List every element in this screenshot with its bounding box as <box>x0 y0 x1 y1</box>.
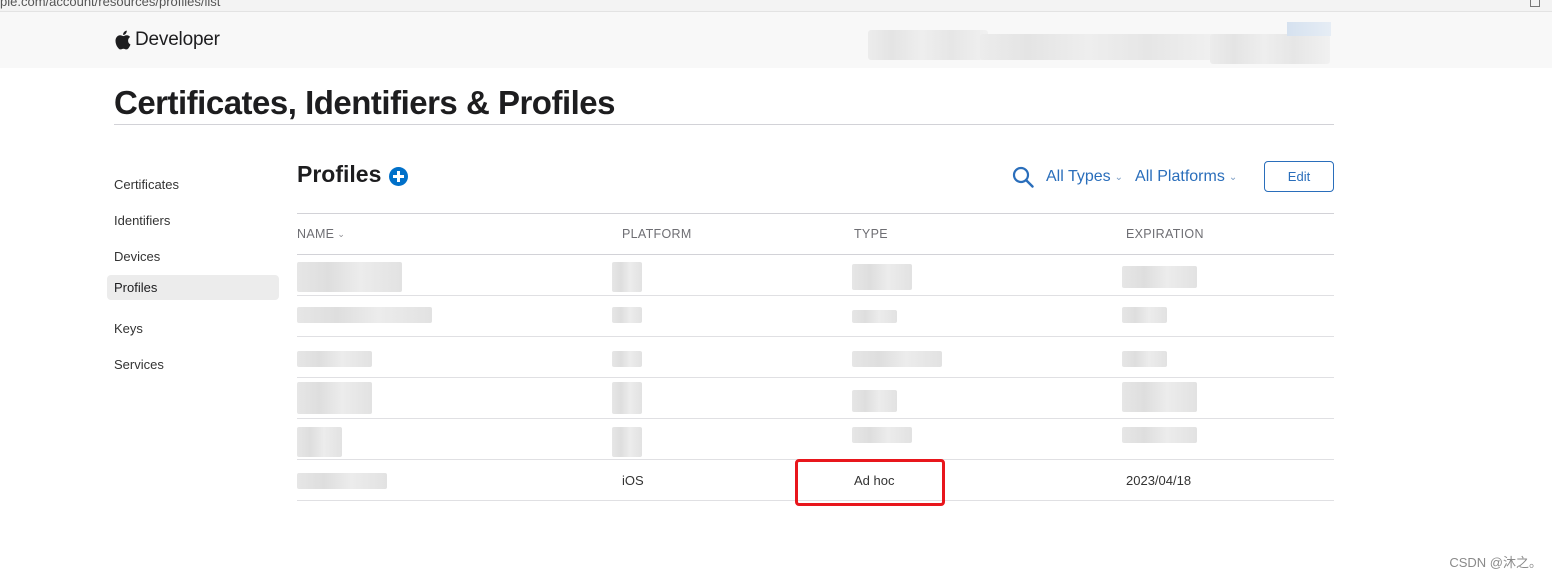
redacted-type <box>852 264 912 290</box>
account-avatar-redacted[interactable] <box>1287 22 1331 36</box>
chevron-down-icon: ⌄ <box>1114 171 1124 183</box>
account-info-redacted <box>1210 34 1330 64</box>
column-header-expiration[interactable]: EXPIRATION <box>1126 227 1204 241</box>
sidebar-nav: Certificates Identifiers Devices Profile… <box>107 167 279 383</box>
sidebar-item-devices[interactable]: Devices <box>107 239 279 275</box>
row-expiration: 2023/04/18 <box>1126 472 1192 488</box>
redacted-platform <box>612 382 642 414</box>
table-row[interactable] <box>297 337 1334 378</box>
edit-button[interactable]: Edit <box>1264 161 1334 192</box>
account-info-redacted <box>868 30 988 60</box>
table-row[interactable] <box>297 255 1334 296</box>
redacted-platform <box>612 351 642 367</box>
redacted-name <box>297 307 432 323</box>
table-row[interactable] <box>297 378 1334 419</box>
filter-bar: All Types ⌄ All Platforms ⌄ <box>1012 166 1249 188</box>
chevron-down-icon: ⌄ <box>1228 171 1238 183</box>
profiles-table: NAME ⌄ PLATFORM TYPE EXPIRATION iOS Ad h… <box>297 213 1334 501</box>
section-title: Profiles <box>297 161 382 187</box>
url-text: ple.com/account/resources/profiles/list <box>0 0 221 9</box>
redacted-expiration <box>1122 266 1197 288</box>
sidebar-item-identifiers[interactable]: Identifiers <box>107 203 279 239</box>
chevron-down-icon: ⌄ <box>337 228 346 239</box>
redacted-type <box>852 390 897 412</box>
watermark: CSDN @沐之。 <box>1449 555 1542 570</box>
redacted-name <box>297 262 402 292</box>
redacted-platform <box>612 262 642 292</box>
sidebar-item-keys[interactable]: Keys <box>107 311 279 347</box>
column-header-platform[interactable]: PLATFORM <box>622 227 692 241</box>
redacted-name <box>297 473 387 489</box>
table-row[interactable] <box>297 296 1334 337</box>
open-external-icon[interactable] <box>1530 0 1540 7</box>
filter-platforms-label: All Platforms <box>1135 168 1225 185</box>
browser-url-bar[interactable]: ple.com/account/resources/profiles/list <box>0 0 1552 12</box>
table-header: NAME ⌄ PLATFORM TYPE EXPIRATION <box>297 213 1334 255</box>
sidebar-item-certificates[interactable]: Certificates <box>107 167 279 203</box>
plus-circle-icon[interactable] <box>389 167 409 186</box>
sidebar-item-services[interactable]: Services <box>107 347 279 383</box>
filter-types-label: All Types <box>1046 168 1111 185</box>
redacted-type <box>852 310 897 323</box>
search-icon[interactable] <box>1012 166 1034 188</box>
redacted-expiration <box>1122 382 1197 412</box>
sidebar-item-profiles[interactable]: Profiles <box>107 275 279 300</box>
title-divider <box>114 124 1334 125</box>
redacted-name <box>297 427 342 457</box>
redacted-expiration <box>1122 351 1167 367</box>
redacted-platform <box>612 307 642 323</box>
redacted-expiration <box>1122 307 1167 323</box>
annotation-highlight-box <box>795 459 945 506</box>
column-header-name[interactable]: NAME ⌄ <box>297 227 345 241</box>
table-row[interactable] <box>297 419 1334 460</box>
column-name-label: NAME <box>297 227 335 241</box>
developer-brand[interactable]: Developer <box>114 29 220 51</box>
page-title: Certificates, Identifiers & Profiles <box>114 84 616 121</box>
profiles-heading: Profiles <box>297 161 409 188</box>
developer-header: Developer <box>0 12 1552 68</box>
brand-label: Developer <box>135 29 220 50</box>
redacted-expiration <box>1122 427 1197 443</box>
redacted-type <box>852 427 912 443</box>
redacted-name <box>297 351 372 367</box>
apple-logo-icon <box>115 30 131 50</box>
redacted-name <box>297 382 372 414</box>
filter-all-platforms[interactable]: All Platforms ⌄ <box>1135 168 1237 186</box>
row-platform: iOS <box>622 472 644 488</box>
redacted-platform <box>612 427 642 457</box>
redacted-type <box>852 351 942 367</box>
column-header-type[interactable]: TYPE <box>854 227 888 241</box>
filter-all-types[interactable]: All Types ⌄ <box>1046 168 1123 186</box>
account-info-redacted <box>980 34 1220 60</box>
